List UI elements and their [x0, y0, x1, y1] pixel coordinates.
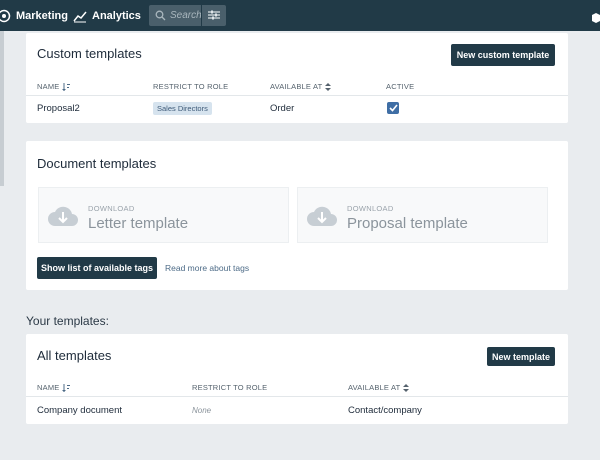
top-navigation-bar: Marketing Analytics Search [0, 0, 600, 31]
row-role: None [192, 406, 212, 415]
search-filter-button[interactable] [201, 5, 226, 26]
show-tags-button[interactable]: Show list of available tags [37, 257, 157, 279]
all-templates-title: All templates [37, 348, 112, 363]
sort-updown-icon [403, 383, 410, 392]
nav-marketing[interactable]: Marketing [0, 0, 68, 31]
sort-updown-icon [325, 82, 332, 91]
row-template-name[interactable]: Proposal2 [37, 103, 80, 114]
download-label: DOWNLOAD [347, 204, 394, 213]
proposal-template-label: Proposal template [347, 215, 468, 232]
column-header-available-label: AVAILABLE AT [270, 82, 323, 91]
marketing-icon [0, 9, 11, 23]
column-header-available[interactable]: AVAILABLE AT [270, 82, 332, 91]
cloud-download-icon [306, 205, 338, 227]
sort-icon [62, 82, 71, 91]
document-templates-card: Document templates DOWNLOAD Letter templ… [26, 141, 568, 290]
cloud-download-icon [47, 205, 79, 227]
read-more-tags-link[interactable]: Read more about tags [165, 263, 249, 273]
column-header-available[interactable]: AVAILABLE AT [348, 383, 410, 392]
analytics-chart-icon [73, 9, 87, 23]
role-badge: Sales Directors [153, 102, 212, 115]
download-letter-template-tile[interactable]: DOWNLOAD Letter template [38, 187, 289, 243]
column-header-name[interactable]: NAME [37, 82, 71, 91]
search-icon [155, 10, 166, 21]
sliders-icon [208, 7, 220, 25]
letter-template-label: Letter template [88, 215, 189, 232]
nav-analytics-label: Analytics [92, 9, 141, 22]
search-input[interactable]: Search [149, 5, 202, 26]
row-template-name[interactable]: Company document [37, 405, 122, 416]
column-header-role: RESTRICT TO ROLE [153, 82, 229, 91]
nav-marketing-label: Marketing [16, 9, 68, 22]
new-custom-template-button[interactable]: New custom template [451, 44, 555, 66]
scrollbar[interactable] [0, 31, 4, 186]
table-divider [26, 396, 568, 397]
column-header-role: RESTRICT TO ROLE [192, 383, 268, 392]
search-placeholder: Search [170, 10, 202, 21]
download-label: DOWNLOAD [88, 204, 135, 213]
column-header-name[interactable]: NAME [37, 383, 71, 392]
row-available-at: Contact/company [348, 405, 422, 416]
table-divider [26, 95, 568, 96]
check-icon [388, 104, 398, 112]
document-templates-title: Document templates [37, 156, 157, 171]
custom-templates-title: Custom templates [37, 46, 142, 61]
sort-icon [62, 383, 71, 392]
download-proposal-template-tile[interactable]: DOWNLOAD Proposal template [297, 187, 548, 243]
your-templates-heading: Your templates: [26, 314, 109, 328]
new-template-button[interactable]: New template [487, 347, 555, 366]
custom-templates-card: Custom templates New custom template NAM… [26, 33, 568, 123]
nav-analytics[interactable]: Analytics [73, 0, 141, 31]
row-available-at: Order [270, 103, 295, 114]
active-checkbox[interactable] [387, 102, 399, 114]
column-header-active: ACTIVE [386, 82, 415, 91]
column-header-name-label: NAME [37, 383, 60, 392]
cube-icon[interactable] [592, 10, 600, 23]
all-templates-card: All templates New template NAME RESTRICT… [26, 334, 568, 424]
column-header-name-label: NAME [37, 82, 60, 91]
column-header-available-label: AVAILABLE AT [348, 383, 401, 392]
